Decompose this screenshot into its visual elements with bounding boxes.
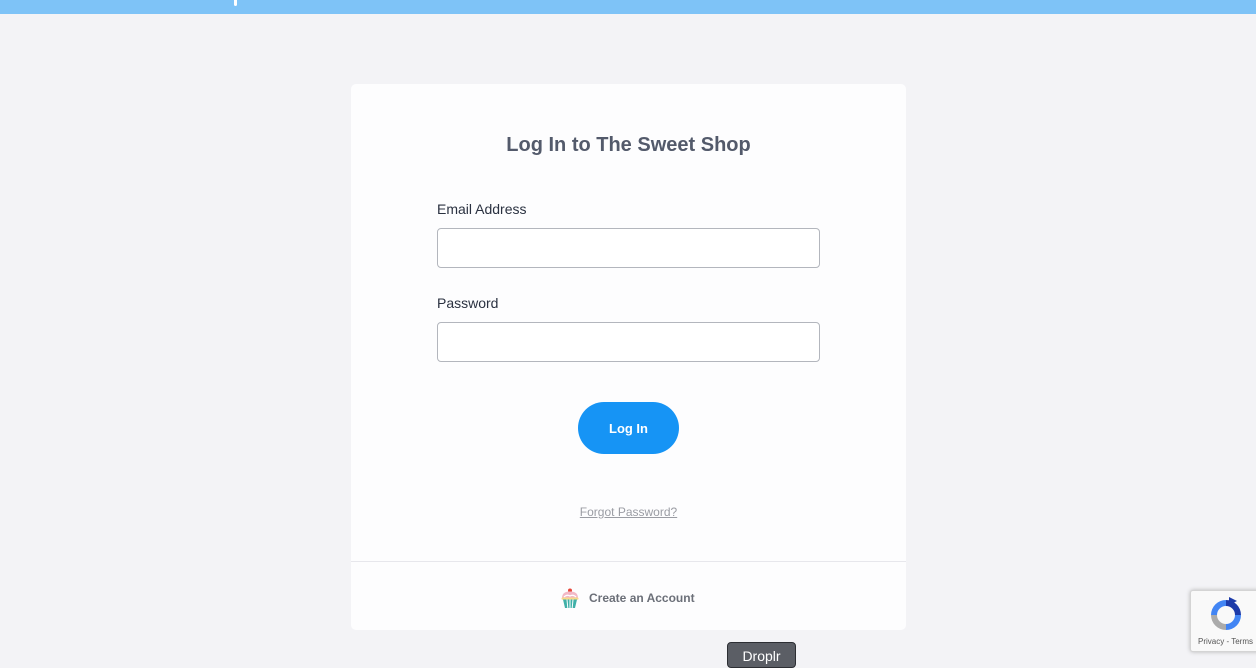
login-button[interactable]: Log In [578,402,679,454]
email-field[interactable] [437,228,820,268]
forgot-password-row: Forgot Password? [351,505,906,519]
login-card: Log In to The Sweet Shop Email Address P… [351,84,906,630]
recaptcha-terms-link[interactable]: Terms [1231,637,1253,646]
cupcake-icon [561,588,579,609]
create-account-label: Create an Account [589,591,695,605]
page-title: Log In to The Sweet Shop [506,134,751,156]
droplr-tooltip: Droplr [727,642,796,668]
password-label: Password [437,295,499,311]
recaptcha-badge[interactable]: Privacy - Terms [1190,590,1256,652]
recaptcha-icon [1211,597,1241,630]
card-divider [351,561,906,562]
create-account-link[interactable]: Create an Account [559,587,695,609]
recaptcha-links: Privacy - Terms [1198,637,1253,646]
banner-mark [234,0,237,6]
email-label: Email Address [437,201,527,217]
password-field[interactable] [437,322,820,362]
forgot-password-link[interactable]: Forgot Password? [580,505,677,519]
top-banner [0,0,1256,14]
recaptcha-privacy-link[interactable]: Privacy [1198,637,1224,646]
